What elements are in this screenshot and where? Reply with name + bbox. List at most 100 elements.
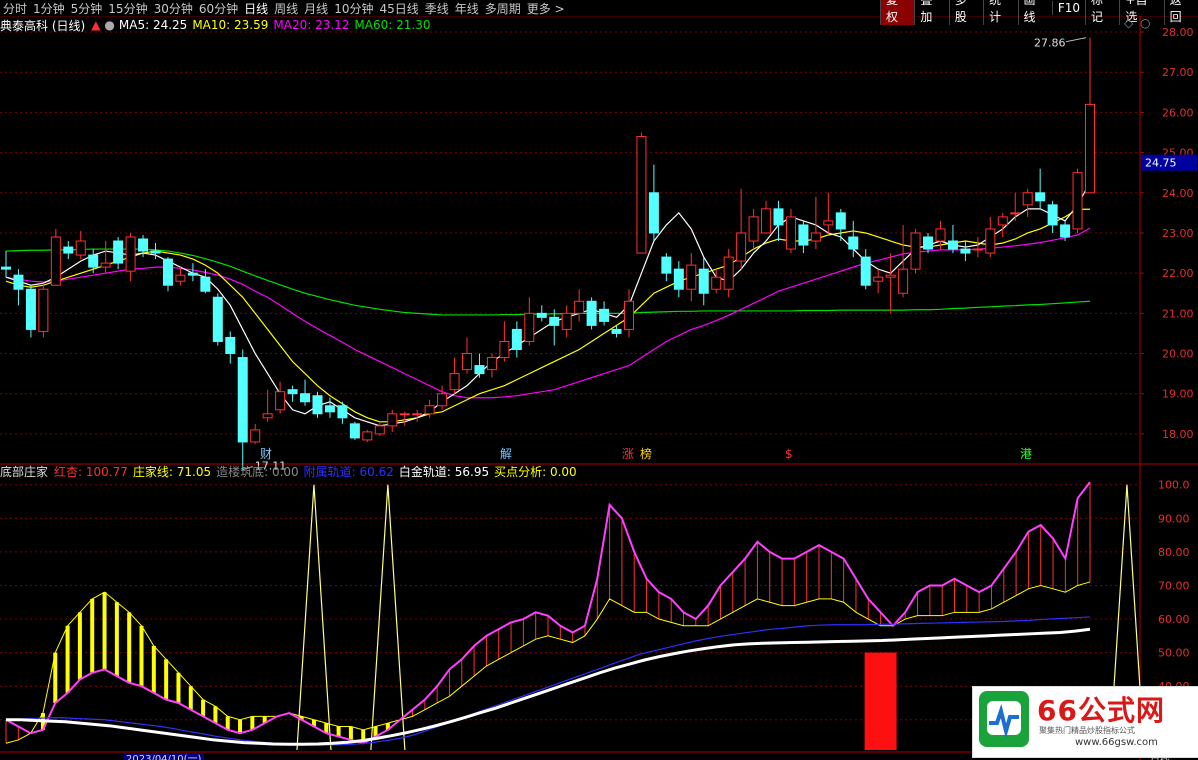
indicator-value-5: 买点分析: 0.00	[494, 464, 577, 479]
candle-body	[324, 405, 335, 413]
period-tab-6[interactable]: 日线	[241, 0, 271, 17]
func-button-2[interactable]: 多股	[948, 0, 983, 25]
candle-body	[736, 232, 747, 262]
logo-subtitle: 聚集热门精品炒股指标公式	[1039, 726, 1135, 735]
candle-body	[898, 268, 909, 294]
candle-body	[63, 246, 74, 254]
candle-body	[13, 274, 24, 290]
circle-icon[interactable]: ○	[1140, 16, 1150, 30]
candle-body	[524, 312, 535, 342]
period-tab-3[interactable]: 15分钟	[105, 0, 150, 17]
candle-body	[810, 232, 821, 242]
period-tab-12[interactable]: 年线	[452, 0, 482, 17]
candle-body	[648, 192, 659, 234]
indicator-tick-label: 60.00	[1158, 613, 1190, 626]
event-marker: 解	[500, 447, 512, 461]
candle-body	[374, 425, 385, 435]
candle-body	[960, 248, 971, 254]
indicator-value-3: 附属轨道: 60.62	[303, 464, 394, 479]
func-button-1[interactable]: 叠加	[914, 0, 948, 25]
candle-body	[387, 413, 398, 427]
indicator-name[interactable]: 底部庄家	[0, 463, 48, 480]
candle-body	[50, 236, 61, 286]
candle-body	[848, 236, 859, 250]
period-tab-13[interactable]: 多周期	[482, 0, 524, 17]
candle-body	[673, 268, 684, 290]
candle-body	[723, 256, 734, 290]
candle-body	[88, 254, 99, 268]
candle-body	[549, 316, 560, 326]
period-tab-10[interactable]: 45日线	[376, 0, 421, 17]
candle-body	[561, 312, 572, 330]
func-button-6[interactable]: 标记	[1085, 0, 1119, 25]
period-tab-14[interactable]: 更多 >	[524, 0, 568, 17]
ma-label-3: MA60: 21.30	[354, 18, 431, 32]
ma-legend: MA5: 24.25 MA10: 23.59 MA20: 23.12 MA60: 21…	[119, 18, 436, 32]
func-button-4[interactable]: 画线	[1017, 0, 1052, 25]
function-toolbar: 复权 叠加 多股 统计 画线 F10 标记 +自选 返回	[880, 0, 1198, 25]
ma-label-0: MA5: 24.25	[118, 18, 188, 32]
candle-body	[486, 357, 497, 371]
period-tab-8[interactable]: 月线	[301, 0, 331, 17]
candle-body	[860, 256, 871, 286]
indicator-value-4: 白金轨道: 56.95	[398, 464, 490, 479]
candle-body	[686, 264, 697, 290]
candle-body	[250, 429, 261, 443]
signal-red-block	[864, 652, 897, 750]
period-tab-11[interactable]: 季线	[422, 0, 452, 17]
candle-body	[412, 413, 423, 416]
func-button-8[interactable]: 返回	[1163, 0, 1198, 25]
price-tick-label: 26.00	[1162, 106, 1194, 119]
period-tab-4[interactable]: 30分钟	[151, 0, 196, 17]
candle-body	[711, 276, 722, 290]
candle-body	[1, 266, 11, 270]
kline-chart[interactable]: 28.0027.0026.0025.0024.0023.0022.0021.00…	[0, 0, 1198, 760]
candle-body	[536, 312, 547, 318]
candle-body	[212, 296, 223, 342]
candle-body	[985, 228, 996, 254]
candle-body	[873, 276, 884, 282]
logo-url: www.66gsw.com	[1075, 737, 1158, 748]
indicator-tick-label: 50.00	[1158, 647, 1190, 660]
price-tick-label: 24.00	[1162, 187, 1194, 200]
candle-body	[162, 258, 173, 286]
candle-body	[399, 413, 410, 416]
current-price-label: 24.75	[1145, 157, 1177, 170]
price-tick-label: 18.00	[1162, 428, 1194, 441]
candle-body	[586, 300, 597, 326]
indicator-header: 底部庄家 红杏: 100.77 庄家线: 71.05 造楼筑底: 0.00 附属轨道:…	[0, 463, 582, 479]
candle-body	[1047, 204, 1058, 226]
candle-body	[175, 274, 186, 282]
func-button-0[interactable]: 复权	[880, 0, 915, 25]
candle-body	[337, 405, 348, 419]
candle-body	[150, 250, 161, 254]
up-arrow-icon: ▲	[91, 18, 101, 32]
period-tab-7[interactable]: 周线	[271, 0, 301, 17]
indicator-tick-label: 90.00	[1158, 512, 1190, 525]
event-marker: 港	[1020, 447, 1032, 461]
logo-title: 66公式网	[1037, 694, 1165, 727]
candle-body	[761, 208, 772, 234]
settings-circle-icon[interactable]: ●	[104, 18, 114, 32]
period-tab-5[interactable]: 60分钟	[196, 0, 241, 17]
indicator-tick-label: 100.0	[1158, 479, 1190, 492]
candle-body	[237, 357, 248, 443]
candle-body	[1060, 224, 1071, 238]
stock-title: 典泰高科 (日线)	[0, 18, 86, 33]
func-button-3[interactable]: 统计	[983, 0, 1017, 25]
candle-body	[225, 336, 236, 355]
indicator-value-1: 庄家线: 71.05	[132, 464, 212, 479]
period-tab-1[interactable]: 1分钟	[30, 0, 68, 17]
candle-body	[972, 248, 983, 251]
candle-body	[474, 365, 485, 375]
candle-body	[449, 373, 460, 391]
func-button-5[interactable]: F10	[1051, 1, 1085, 15]
period-tab-9[interactable]: 10分钟	[331, 0, 376, 17]
period-tab-2[interactable]: 5分钟	[68, 0, 106, 17]
candle-body	[773, 208, 784, 226]
price-tick-label: 22.00	[1162, 267, 1194, 280]
diamond-icon[interactable]: ◇	[1124, 16, 1133, 30]
period-tab-0[interactable]: 分时	[0, 0, 30, 17]
candle-body	[698, 268, 709, 294]
price-tick-label: 23.00	[1162, 227, 1194, 240]
